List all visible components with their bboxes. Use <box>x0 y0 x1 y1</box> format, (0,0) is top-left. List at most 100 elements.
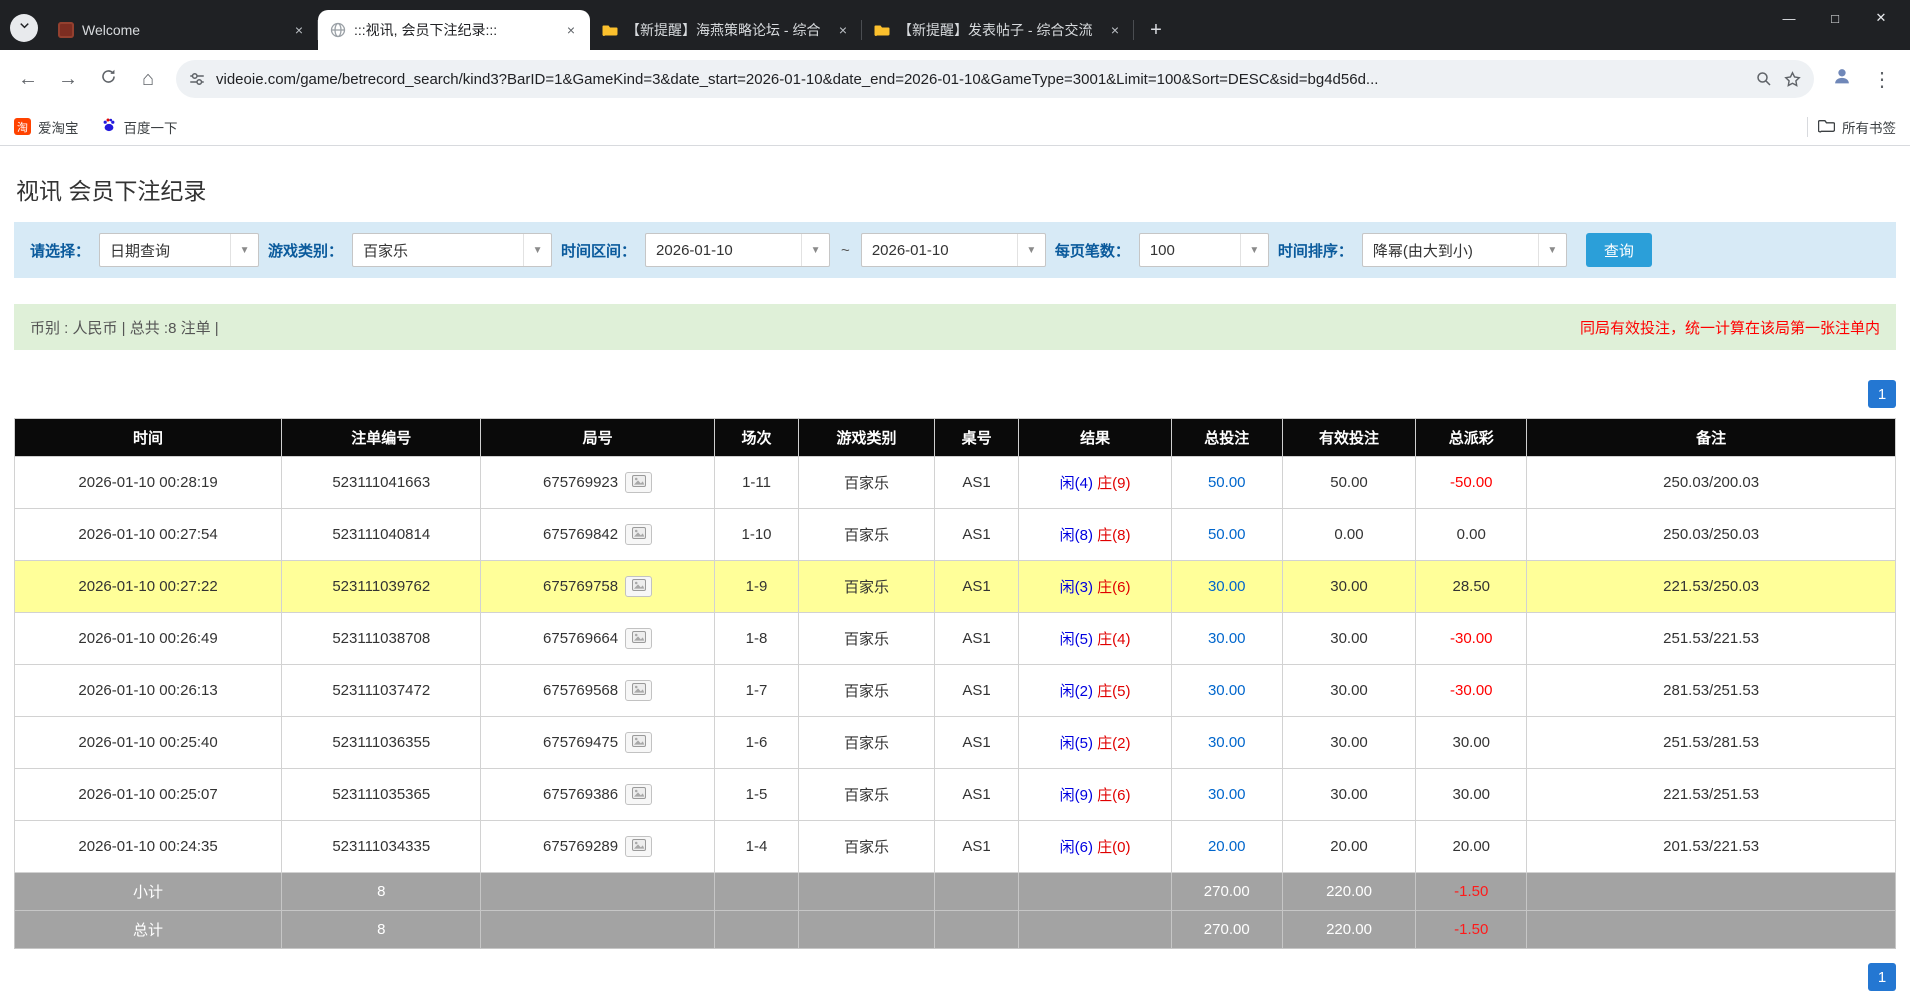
tab-close-icon[interactable]: × <box>834 21 852 39</box>
bet-table-no: AS1 <box>934 717 1019 769</box>
url-text[interactable]: videoie.com/game/betrecord_search/kind3?… <box>216 71 1745 88</box>
browser-tab-betrecord[interactable]: :::视讯, 会员下注纪录::: × <box>318 10 590 50</box>
folder-favicon <box>602 22 618 38</box>
game-type-select[interactable]: 百家乐 ▼ <box>352 233 552 267</box>
person-icon <box>1831 65 1853 93</box>
footer-empty-cell <box>799 911 934 949</box>
bet-total-link[interactable]: 50.00 <box>1171 457 1282 509</box>
tab-close-icon[interactable]: × <box>562 21 580 39</box>
column-header: 总投注 <box>1171 419 1282 457</box>
result-banker: 庄(5) <box>1097 683 1130 700</box>
bet-payout: 28.50 <box>1416 561 1527 613</box>
bet-total-link[interactable]: 30.00 <box>1171 613 1282 665</box>
globe-favicon <box>330 22 346 38</box>
round-result-icon <box>632 631 646 646</box>
result-banker: 庄(6) <box>1097 579 1130 596</box>
page-title: 视讯 会员下注纪录 <box>16 172 1896 206</box>
bet-round: 675769475 <box>481 717 714 769</box>
minimize-button[interactable]: — <box>1766 0 1812 36</box>
browser-tab-strip: Welcome × :::视讯, 会员下注纪录::: × 【新提醒】海燕策略论坛… <box>0 0 1910 50</box>
round-result-button[interactable] <box>625 628 652 649</box>
tab-search-button[interactable] <box>10 14 38 42</box>
zoom-icon[interactable] <box>1755 70 1773 88</box>
close-button[interactable]: ✕ <box>1858 0 1904 36</box>
bet-time: 2026-01-10 00:25:40 <box>15 717 282 769</box>
bet-row: 2026-01-10 00:24:35523111034335675769289… <box>15 821 1896 873</box>
back-button[interactable]: ← <box>10 61 46 97</box>
tab-title: Welcome <box>82 22 282 38</box>
bookmark-taobao[interactable]: 淘 爱淘宝 <box>14 117 79 137</box>
browser-tab-welcome[interactable]: Welcome × <box>46 10 318 50</box>
round-wrap: 675769758 <box>543 576 652 597</box>
bet-table-no: AS1 <box>934 613 1019 665</box>
bet-result: 闲(6) 庄(0) <box>1019 821 1171 873</box>
maximize-button[interactable]: □ <box>1812 0 1858 36</box>
bet-game-type: 百家乐 <box>799 561 934 613</box>
bookmark-baidu[interactable]: 百度一下 <box>101 117 178 137</box>
round-result-button[interactable] <box>625 472 652 493</box>
footer-valid-bet: 220.00 <box>1282 911 1416 949</box>
footer-valid-bet: 220.00 <box>1282 873 1416 911</box>
round-result-button[interactable] <box>625 576 652 597</box>
profile-avatar[interactable] <box>1824 61 1860 97</box>
bet-total-link[interactable]: 20.00 <box>1171 821 1282 873</box>
date-start-select[interactable]: 2026-01-10 ▼ <box>645 233 830 267</box>
bet-session: 1-7 <box>714 665 799 717</box>
game-type-value: 百家乐 <box>353 240 418 261</box>
bet-table-no: AS1 <box>934 665 1019 717</box>
round-result-icon <box>632 787 646 802</box>
bet-total-link[interactable]: 30.00 <box>1171 561 1282 613</box>
round-wrap: 675769289 <box>543 836 652 857</box>
reload-button[interactable] <box>90 61 126 97</box>
new-tab-button[interactable]: + <box>1142 16 1170 44</box>
round-result-button[interactable] <box>625 836 652 857</box>
bet-total-link[interactable]: 50.00 <box>1171 509 1282 561</box>
bet-note: 251.53/221.53 <box>1527 613 1896 665</box>
browser-toolbar: ← → ⌂ videoie.com/game/betrecord_search/… <box>0 50 1910 108</box>
bet-total-link[interactable]: 30.00 <box>1171 665 1282 717</box>
bookmark-label: 爱淘宝 <box>38 117 79 137</box>
bet-total-link[interactable]: 30.00 <box>1171 769 1282 821</box>
address-bar[interactable]: videoie.com/game/betrecord_search/kind3?… <box>176 60 1814 98</box>
forward-button[interactable]: → <box>50 61 86 97</box>
footer-total-bet: 270.00 <box>1171 873 1282 911</box>
page-button-1[interactable]: 1 <box>1868 380 1896 408</box>
search-button[interactable]: 查询 <box>1586 233 1652 267</box>
bet-id: 523111039762 <box>282 561 481 613</box>
round-result-button[interactable] <box>625 680 652 701</box>
tab-close-icon[interactable]: × <box>290 21 308 39</box>
round-result-button[interactable] <box>625 524 652 545</box>
bet-session: 1-5 <box>714 769 799 821</box>
tab-title: 【新提醒】发表帖子 - 综合交流 <box>898 20 1098 40</box>
query-type-select[interactable]: 日期查询 ▼ <box>99 233 259 267</box>
menu-button[interactable]: ⋮ <box>1864 61 1900 97</box>
bet-row: 2026-01-10 00:27:54523111040814675769842… <box>15 509 1896 561</box>
bet-total-link[interactable]: 30.00 <box>1171 717 1282 769</box>
bet-note: 251.53/281.53 <box>1527 717 1896 769</box>
bet-id: 523111034335 <box>282 821 481 873</box>
tab-close-icon[interactable]: × <box>1106 21 1124 39</box>
chevron-down-icon: ▼ <box>1538 234 1566 266</box>
bookmark-star-icon[interactable] <box>1783 70 1802 89</box>
footer-empty-cell <box>799 873 934 911</box>
date-separator: ~ <box>839 242 852 259</box>
bet-note: 201.53/221.53 <box>1527 821 1896 873</box>
home-button[interactable]: ⌂ <box>130 61 166 97</box>
bet-id: 523111040814 <box>282 509 481 561</box>
sort-select[interactable]: 降幂(由大到小) ▼ <box>1362 233 1567 267</box>
round-result-button[interactable] <box>625 732 652 753</box>
result-player: 闲(2) <box>1060 683 1093 700</box>
all-bookmarks-button[interactable]: 所有书签 <box>1818 117 1896 137</box>
bet-game-type: 百家乐 <box>799 457 934 509</box>
bet-payout: -30.00 <box>1416 613 1527 665</box>
date-end-select[interactable]: 2026-01-10 ▼ <box>861 233 1046 267</box>
bet-time: 2026-01-10 00:28:19 <box>15 457 282 509</box>
round-result-button[interactable] <box>625 784 652 805</box>
site-settings-icon[interactable] <box>188 70 206 88</box>
browser-tab-post[interactable]: 【新提醒】发表帖子 - 综合交流 × <box>862 10 1134 50</box>
per-page-select[interactable]: 100 ▼ <box>1139 233 1269 267</box>
page-button-1[interactable]: 1 <box>1868 963 1896 991</box>
bet-game-type: 百家乐 <box>799 769 934 821</box>
browser-tab-forum[interactable]: 【新提醒】海燕策略论坛 - 综合 × <box>590 10 862 50</box>
round-number: 675769664 <box>543 630 618 647</box>
